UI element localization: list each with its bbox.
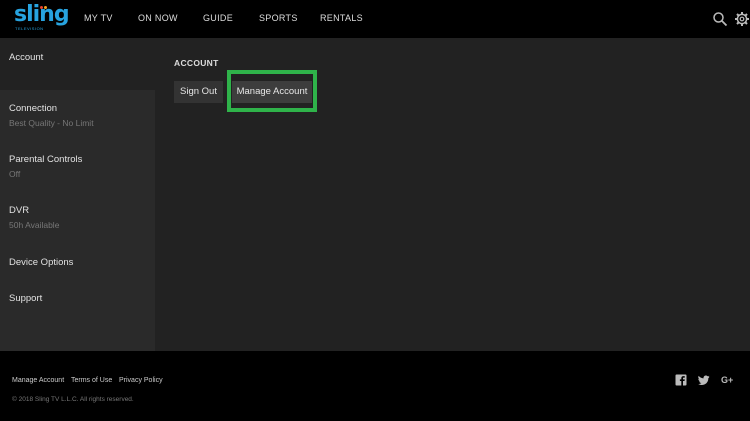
sidebar-item-sublabel: Best Quality - No Limit xyxy=(9,118,94,128)
sidebar-item-label: Support xyxy=(9,293,43,304)
nav-sports[interactable]: SPORTS xyxy=(259,13,298,23)
facebook-icon[interactable] xyxy=(675,374,687,386)
footer: Manage Account Terms of Use Privacy Poli… xyxy=(0,351,750,421)
settings-sidebar: Account Connection Best Quality - No Lim… xyxy=(0,38,155,351)
manage-account-button[interactable]: Manage Account xyxy=(232,81,312,103)
footer-link-privacy-policy[interactable]: Privacy Policy xyxy=(119,377,163,384)
sidebar-item-label: Device Options xyxy=(9,257,74,268)
sidebar-item-sublabel: Off xyxy=(9,169,21,179)
search-icon[interactable] xyxy=(712,11,728,27)
sidebar-item-device-options[interactable]: Device Options xyxy=(9,257,73,268)
footer-link-manage-account[interactable]: Manage Account xyxy=(12,377,64,384)
google-plus-icon[interactable]: G+ xyxy=(721,374,739,386)
nav-on-now[interactable]: ON NOW xyxy=(138,13,178,23)
logo-dot-red xyxy=(40,6,43,9)
sidebar-item-support[interactable]: Support xyxy=(9,293,42,304)
nav-rentals[interactable]: RENTALS xyxy=(320,13,363,23)
gear-icon[interactable] xyxy=(734,11,750,27)
sidebar-item-label: DVR xyxy=(9,205,30,216)
copyright-text: © 2018 Sling TV L.L.C. All rights reserv… xyxy=(12,396,134,403)
sling-logo[interactable]: sling TELEVISION xyxy=(14,4,70,34)
sidebar-item-label: Connection xyxy=(9,103,58,114)
sidebar-item-account[interactable]: Account xyxy=(9,52,43,63)
sign-out-button[interactable]: Sign Out xyxy=(174,81,223,103)
nav-my-tv[interactable]: MY TV xyxy=(84,13,113,23)
sidebar-active-highlight xyxy=(0,38,155,90)
account-panel: ACCOUNT Sign Out Manage Account xyxy=(155,38,750,351)
footer-link-terms-of-use[interactable]: Terms of Use xyxy=(71,377,112,384)
twitter-icon[interactable] xyxy=(698,374,710,386)
logo-dot-orange xyxy=(44,6,47,9)
top-nav-bar: sling TELEVISION MY TV ON NOW GUIDE SPOR… xyxy=(0,0,750,38)
sidebar-item-label: Parental Controls xyxy=(9,154,83,165)
sidebar-item-parental-controls[interactable]: Parental Controls Off xyxy=(9,154,82,179)
nav-guide[interactable]: GUIDE xyxy=(203,13,233,23)
logo-tagline: TELEVISION xyxy=(15,26,44,31)
sidebar-item-label: Account xyxy=(9,52,44,63)
sidebar-item-sublabel: 50h Available xyxy=(9,220,60,230)
sidebar-item-connection[interactable]: Connection Best Quality - No Limit xyxy=(9,103,94,128)
sidebar-item-dvr[interactable]: DVR 50h Available xyxy=(9,205,59,230)
section-title: ACCOUNT xyxy=(174,58,219,68)
